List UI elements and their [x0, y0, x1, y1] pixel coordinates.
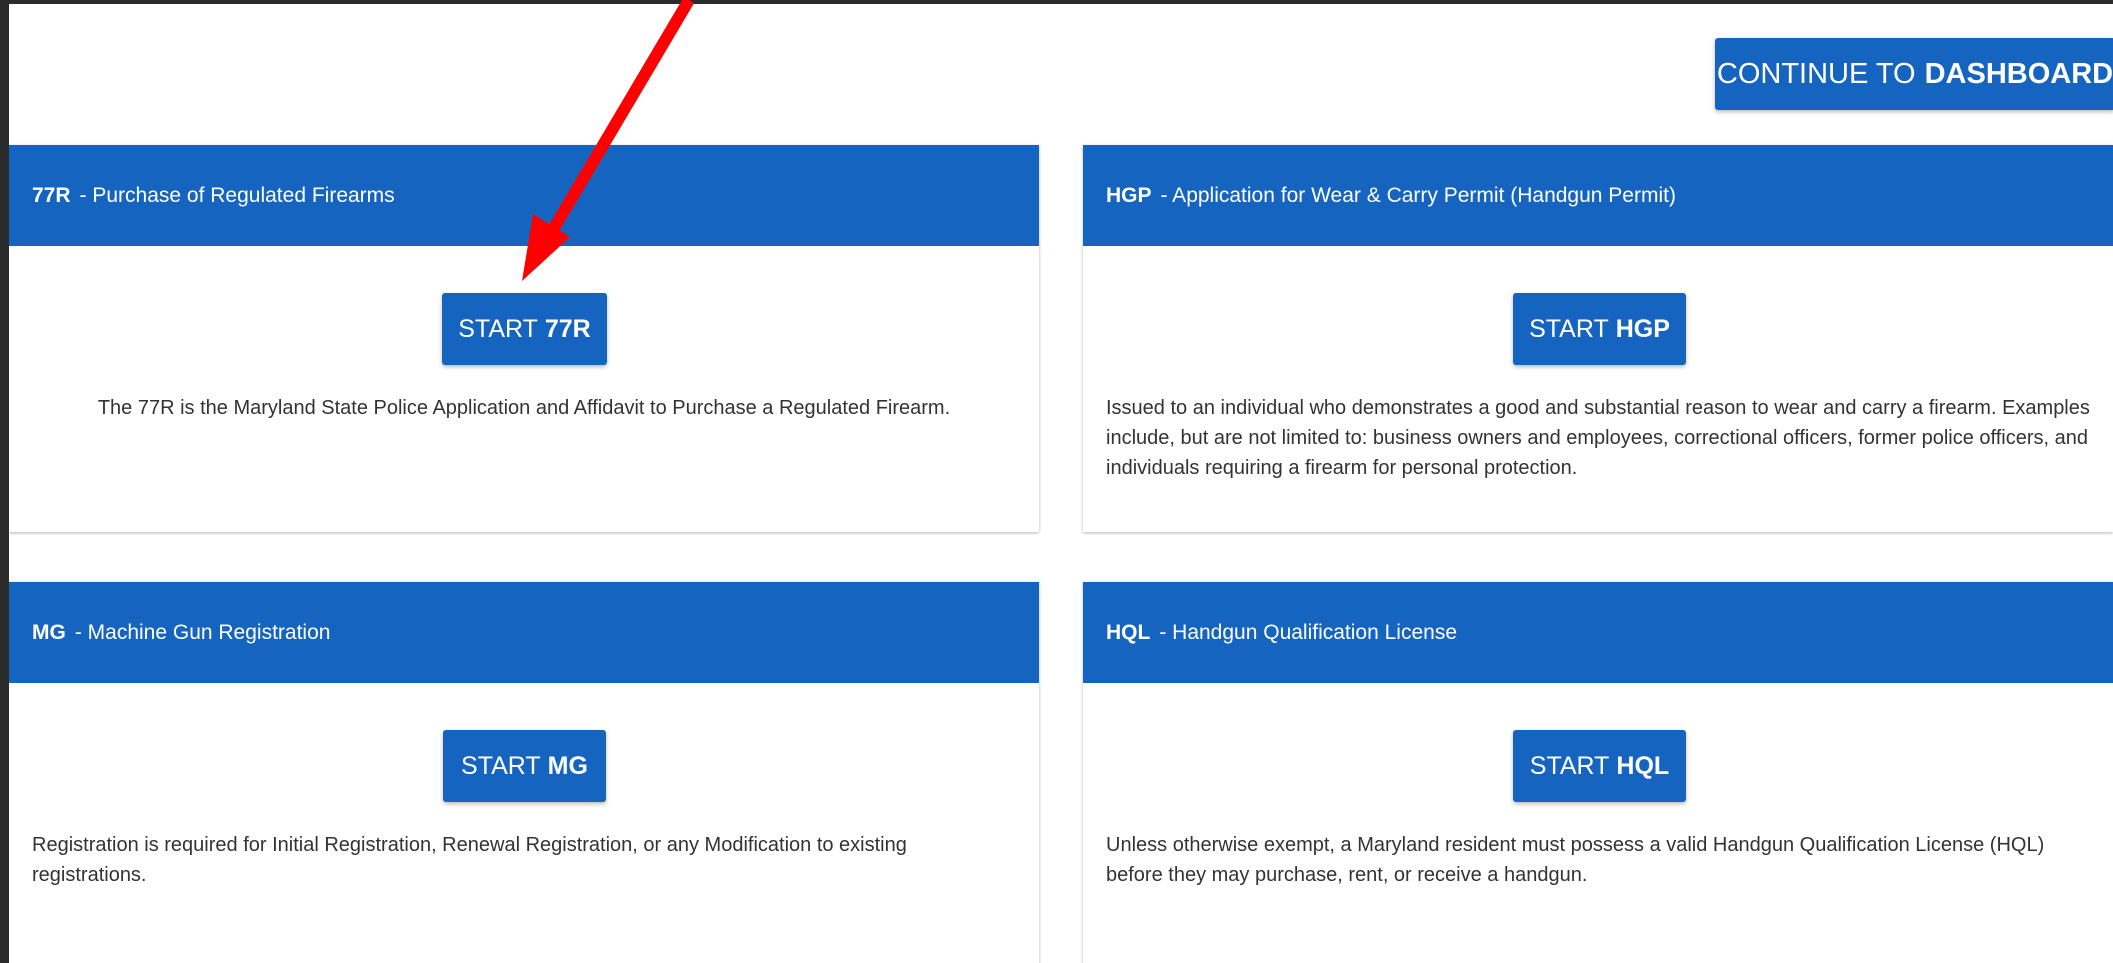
- continue-to-dashboard-button[interactable]: CONTINUE TO DASHBOARD: [1715, 38, 2113, 110]
- start-mg-button[interactable]: START MG: [443, 730, 606, 802]
- card-title: - Machine Gun Registration: [74, 620, 331, 644]
- card-title: - Handgun Qualification License: [1159, 620, 1458, 644]
- card-description: Registration is required for Initial Reg…: [32, 834, 907, 886]
- card-body: START HQL Unless otherwise exempt, a Mar…: [1083, 683, 2113, 963]
- card-body: START HGP Issued to an individual who de…: [1083, 246, 2113, 532]
- start-prefix: START: [1529, 751, 1610, 780]
- card-77r: 77R - Purchase of Regulated Firearms STA…: [9, 145, 1039, 532]
- start-77r-button[interactable]: START 77R: [442, 293, 607, 365]
- card-code: HGP: [1106, 183, 1152, 207]
- start-bold: HGP: [1615, 314, 1670, 343]
- card-code: 77R: [32, 183, 71, 207]
- start-hgp-button[interactable]: START HGP: [1513, 293, 1686, 365]
- card-header: 77R - Purchase of Regulated Firearms: [9, 145, 1039, 246]
- start-bold: MG: [547, 751, 588, 780]
- card-title: - Application for Wear & Carry Permit (H…: [1160, 183, 1676, 207]
- start-bold: 77R: [544, 314, 591, 343]
- card-header: HGP - Application for Wear & Carry Permi…: [1083, 145, 2113, 246]
- card-body: START 77R The 77R is the Maryland State …: [9, 246, 1039, 532]
- card-description: The 77R is the Maryland State Police App…: [97, 397, 951, 419]
- card-code: HQL: [1106, 620, 1151, 644]
- card-mg: MG - Machine Gun Registration START MG R…: [9, 582, 1039, 963]
- continue-prefix: CONTINUE TO: [1716, 57, 1916, 90]
- start-hql-button[interactable]: START HQL: [1513, 730, 1686, 802]
- card-hgp: HGP - Application for Wear & Carry Permi…: [1083, 145, 2113, 532]
- start-prefix: START: [458, 314, 538, 343]
- card-body: START MG Registration is required for In…: [9, 683, 1039, 963]
- card-header: MG - Machine Gun Registration: [9, 582, 1039, 683]
- screenshot-stage: CONTINUE TO DASHBOARD 77R - Purchase of …: [0, 0, 2113, 963]
- card-description: Issued to an individual who demonstrates…: [1106, 397, 2090, 479]
- card-hql: HQL - Handgun Qualification License STAR…: [1083, 582, 2113, 963]
- continue-bold: DASHBOARD: [1924, 57, 2113, 90]
- card-title: - Purchase of Regulated Firearms: [79, 183, 395, 207]
- card-code: MG: [32, 620, 66, 644]
- card-description: Unless otherwise exempt, a Maryland resi…: [1106, 834, 2045, 886]
- start-prefix: START: [461, 751, 541, 780]
- page-content: CONTINUE TO DASHBOARD 77R - Purchase of …: [9, 4, 2113, 963]
- start-prefix: START: [1529, 314, 1609, 343]
- start-bold: HQL: [1616, 751, 1670, 780]
- card-header: HQL - Handgun Qualification License: [1083, 582, 2113, 683]
